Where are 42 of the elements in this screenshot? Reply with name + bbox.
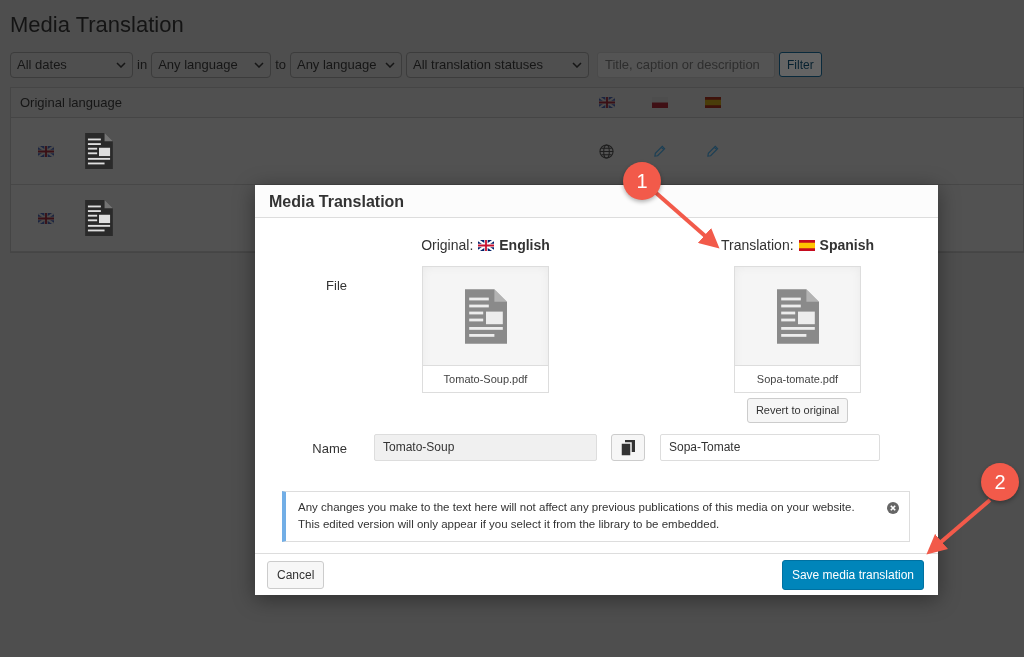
document-icon — [776, 288, 819, 344]
save-button[interactable]: Save media translation — [781, 559, 924, 590]
filter-button[interactable]: Filter — [778, 52, 822, 77]
page-title: Media Translation — [9, 11, 185, 39]
step-number-badge: 2 — [981, 463, 1019, 501]
file-name: Tomato-Soup.pdf — [423, 365, 548, 392]
language-name: English — [499, 236, 550, 255]
field-label: File — [326, 278, 347, 293]
chevron-down-icon — [116, 61, 126, 68]
language-name: Spanish — [819, 236, 875, 255]
dropdown[interactable]: Any language — [289, 51, 402, 78]
document-icon — [464, 288, 507, 344]
arrow — [653, 190, 720, 249]
copy-button[interactable] — [611, 433, 645, 461]
notice-text: Any changes you make to the text here will not affect any previous publications of this media on your website. This edited version will only appear if you select it from the library to be embedded. — [298, 500, 855, 530]
dropdown[interactable]: All dates — [10, 51, 133, 78]
arrow — [926, 498, 992, 555]
cancel-button[interactable]: Cancel — [267, 560, 325, 589]
field-label: Name — [312, 440, 347, 456]
chevron-down-icon — [571, 61, 582, 68]
chevron-down-icon — [384, 61, 395, 68]
filter-label: in — [137, 55, 148, 74]
column-header: Original language — [20, 93, 123, 112]
document-icon — [85, 133, 113, 169]
flag-icon — [478, 240, 495, 251]
document-icon — [85, 200, 113, 236]
dropdown[interactable]: Any language — [151, 51, 272, 78]
dropdown[interactable]: All translation statuses — [405, 51, 589, 78]
copy-icon — [621, 439, 635, 456]
language-label: Original: — [421, 236, 474, 255]
file-name: Sopa-tomate.pdf — [735, 365, 860, 392]
flag-icon — [38, 212, 54, 224]
language-label: Translation: — [720, 236, 794, 255]
flag-icon — [38, 145, 54, 157]
globe-icon — [599, 143, 614, 159]
flag-icon — [704, 97, 721, 108]
revert-button[interactable]: Revert to original — [746, 398, 849, 423]
dismiss-icon[interactable] — [887, 501, 899, 514]
flag-icon — [798, 240, 815, 251]
chevron-down-icon — [254, 61, 265, 68]
text-field[interactable]: Sopa-Tomate — [660, 433, 880, 461]
flag-icon — [598, 97, 615, 108]
